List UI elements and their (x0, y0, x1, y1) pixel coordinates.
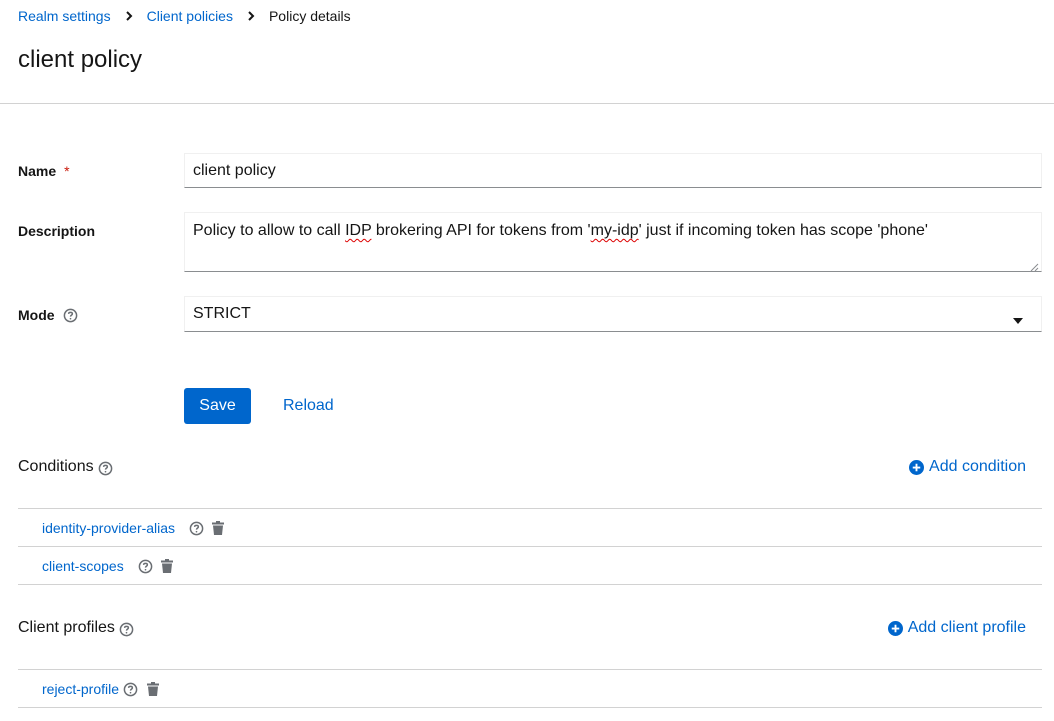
name-input[interactable]: client policy (184, 153, 1042, 188)
client-profiles-title-text: Client profiles (18, 619, 115, 636)
required-indicator: * (64, 163, 70, 179)
divider (18, 707, 1042, 708)
save-button[interactable]: Save (184, 388, 251, 424)
add-client-profile-button[interactable]: Add client profile (887, 619, 1026, 637)
reload-button[interactable]: Reload (283, 397, 334, 415)
help-icon[interactable] (63, 308, 78, 323)
condition-row: client-scopes (42, 556, 173, 576)
description-label-text: Description (18, 223, 96, 239)
description-label: Description (18, 223, 95, 239)
spellcheck-word: IDP (345, 222, 372, 239)
help-icon[interactable] (119, 622, 134, 637)
name-label-text: Name (18, 163, 57, 179)
mode-label-text: Mode (18, 307, 55, 323)
name-input-value: client policy (193, 161, 276, 179)
breadcrumb-realm-settings[interactable]: Realm settings (18, 8, 111, 24)
description-textarea[interactable]: Policy to allow to call IDP brokering AP… (184, 212, 1042, 272)
condition-link[interactable]: identity-provider-alias (42, 520, 175, 536)
page-title: client policy (18, 46, 143, 73)
divider (18, 508, 1042, 509)
help-icon[interactable] (123, 682, 138, 697)
client-profiles-title: Client profiles (18, 619, 134, 637)
chevron-right-icon (123, 10, 135, 22)
breadcrumb: Realm settings Client policies Policy de… (18, 8, 351, 24)
help-icon[interactable] (98, 461, 113, 476)
breadcrumb-current: Policy details (268, 8, 351, 24)
profile-row: reject-profile (42, 679, 160, 699)
mode-select[interactable]: STRICT (184, 296, 1042, 332)
help-icon[interactable] (138, 559, 153, 574)
description-part: Policy to allow to call (193, 222, 346, 239)
add-condition-label: Add condition (929, 458, 1026, 475)
divider (18, 546, 1042, 547)
divider (18, 669, 1042, 670)
mode-label: Mode (18, 307, 78, 323)
chevron-right-icon (245, 10, 257, 22)
name-label: Name * (18, 163, 70, 179)
description-value: Policy to allow to call IDP brokering AP… (193, 222, 928, 240)
breadcrumb-client-policies[interactable]: Client policies (147, 8, 233, 24)
description-part: ' just if incoming token has scope 'phon… (638, 222, 928, 239)
condition-link[interactable]: client-scopes (42, 558, 124, 574)
profile-link[interactable]: reject-profile (42, 681, 119, 697)
conditions-title: Conditions (18, 458, 113, 476)
mode-select-value: STRICT (193, 305, 251, 322)
trash-icon[interactable] (160, 559, 173, 573)
header-divider (0, 103, 1054, 104)
help-icon[interactable] (189, 521, 204, 536)
add-condition-button[interactable]: Add condition (909, 458, 1026, 476)
trash-icon[interactable] (212, 521, 225, 535)
conditions-title-text: Conditions (18, 458, 94, 475)
divider (18, 584, 1042, 585)
trash-icon[interactable] (147, 682, 160, 696)
condition-row: identity-provider-alias (42, 518, 225, 538)
description-part: brokering API for tokens from ' (371, 222, 591, 239)
resize-handle-icon[interactable] (1029, 259, 1039, 272)
plus-circle-icon (909, 459, 925, 475)
add-client-profile-label: Add client profile (907, 619, 1026, 636)
spellcheck-word: my-idp (590, 222, 639, 239)
caret-down-icon (1013, 311, 1023, 324)
plus-circle-icon (887, 620, 903, 636)
